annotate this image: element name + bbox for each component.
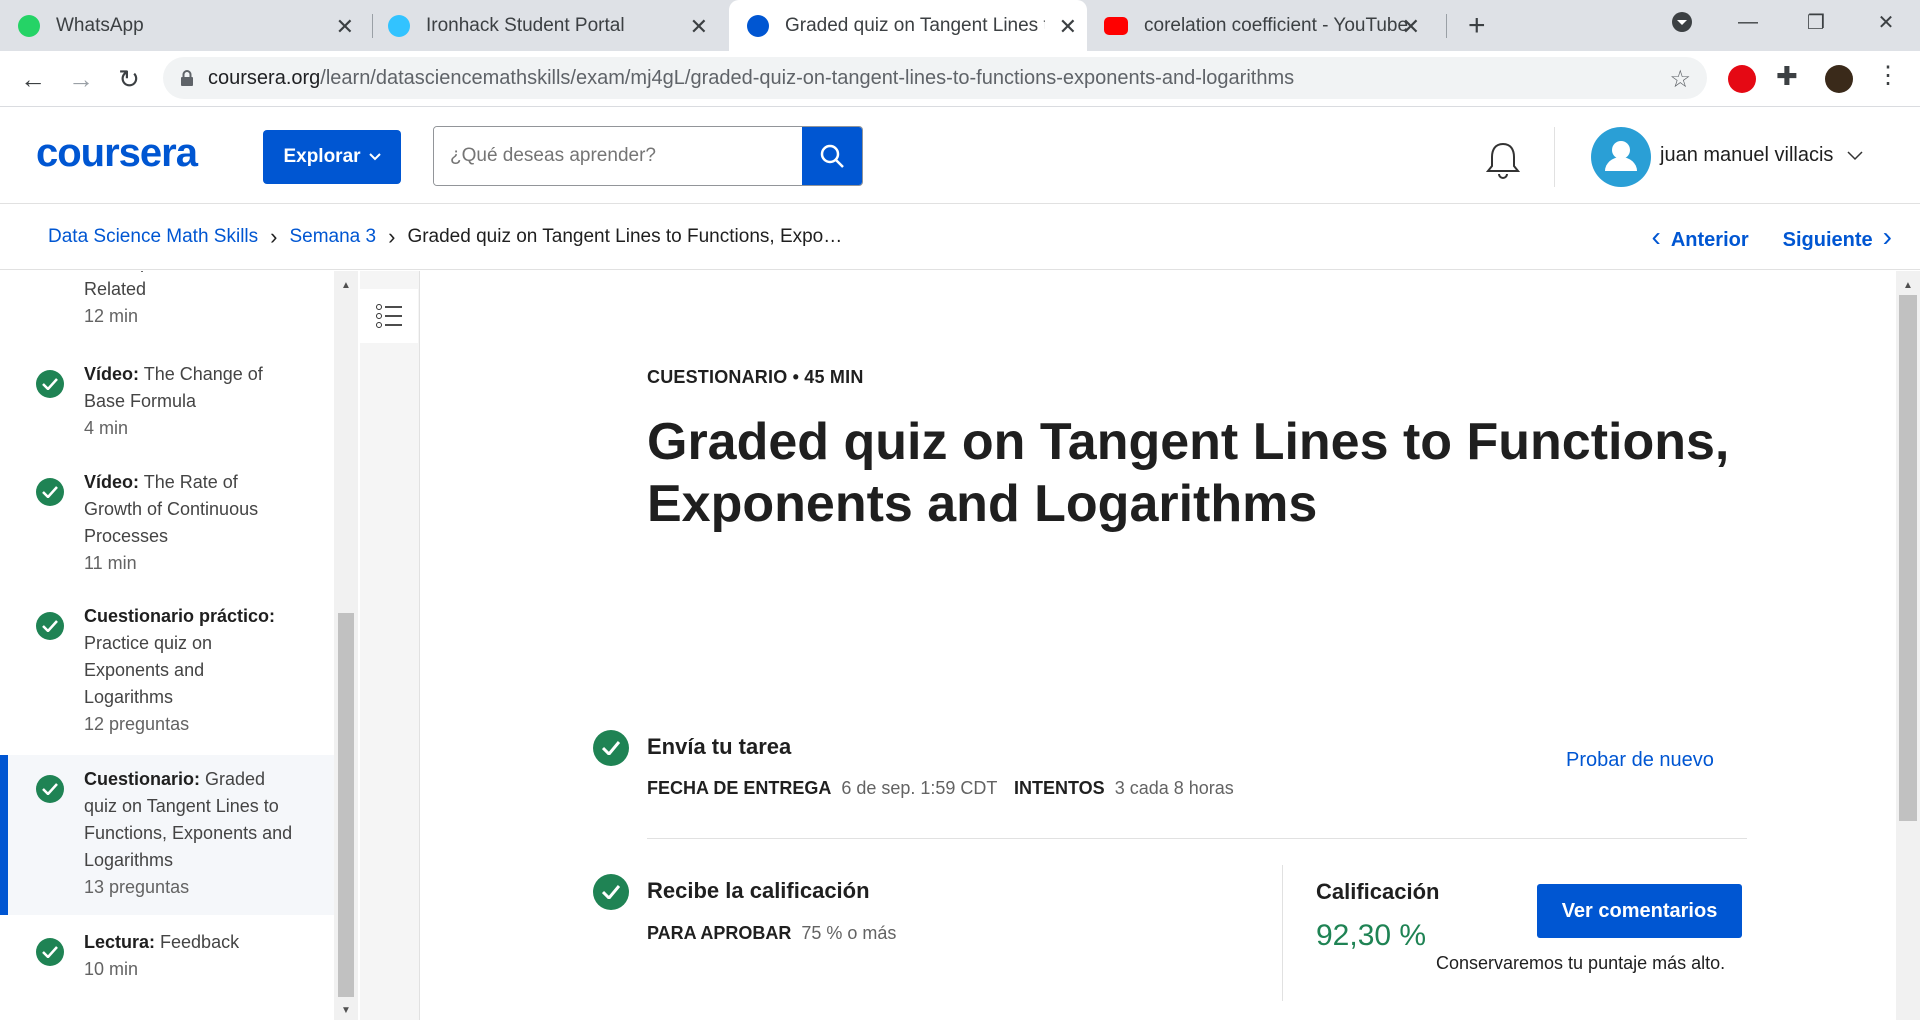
submit-step-title: Envía tu tarea xyxy=(647,734,792,759)
lock-icon xyxy=(180,70,194,86)
breadcrumb: Data Science Math Skills › Semana 3 › Gr… xyxy=(0,204,1920,270)
ironhack-icon xyxy=(388,14,410,37)
chevron-right-icon: › xyxy=(270,223,278,249)
sidebar-scroll-thumb[interactable] xyxy=(338,613,354,997)
chevron-left-icon: ‹ xyxy=(1651,221,1661,252)
browser-tab-bar: WhatsApp ✕ Ironhack Student Portal ✕ Gra… xyxy=(0,0,1920,51)
close-tab-icon[interactable]: ✕ xyxy=(1402,14,1420,40)
breadcrumb-current: Graded quiz on Tangent Lines to Function… xyxy=(407,225,843,247)
view-feedback-button[interactable]: Ver comentarios xyxy=(1537,884,1742,938)
user-menu[interactable]: juan manuel villacis xyxy=(1660,144,1863,167)
sidebar-item-feedback[interactable]: Lectura: Feedback 10 min xyxy=(0,929,334,1009)
highest-score-note: Conservaremos tu puntaje más alto. xyxy=(1436,953,1726,973)
try-again-button[interactable]: Probar de nuevo xyxy=(1566,749,1714,772)
list-icon xyxy=(376,304,402,328)
search-button[interactable] xyxy=(802,127,862,185)
grade-step-title: Recibe la calificación xyxy=(647,878,870,903)
profile-avatar[interactable] xyxy=(1825,65,1853,93)
item-kicker: CUESTIONARIO • 45 MIN xyxy=(647,367,864,387)
toc-strip xyxy=(360,271,420,1020)
url-field[interactable]: coursera.org/learn/datasciencemathskills… xyxy=(163,57,1707,99)
scroll-down-arrow-icon[interactable]: ▼ xyxy=(334,1000,358,1020)
close-tab-icon[interactable]: ✕ xyxy=(336,14,354,40)
main-scroll-thumb[interactable] xyxy=(1899,295,1917,821)
completed-check-icon xyxy=(36,775,64,803)
coursera-logo[interactable]: coursera xyxy=(36,131,198,176)
explore-button[interactable]: Explorar xyxy=(263,130,401,184)
breadcrumb-course[interactable]: Data Science Math Skills xyxy=(48,226,258,248)
search-icon xyxy=(820,144,844,168)
completed-check-icon xyxy=(36,612,64,640)
tab-coursera-quiz[interactable]: Graded quiz on Tangent Lines to ✕ xyxy=(729,0,1087,51)
completed-check-icon xyxy=(36,478,64,506)
chevron-right-icon: › xyxy=(1882,221,1892,252)
course-outline-sidebar: and Exponents are Related12 min Vídeo: T… xyxy=(0,271,334,1020)
breadcrumb-week[interactable]: Semana 3 xyxy=(289,226,376,248)
new-tab-button[interactable]: + xyxy=(1468,0,1486,51)
grade-value: 92,30 % xyxy=(1316,919,1427,952)
youtube-icon xyxy=(1104,16,1128,35)
scroll-up-arrow-icon[interactable]: ▲ xyxy=(334,275,358,295)
site-header: coursera Explorar juan manuel villacis xyxy=(0,107,1920,204)
chevron-down-icon xyxy=(1847,151,1863,161)
back-icon[interactable]: ← xyxy=(17,63,49,95)
notifications-bell-icon[interactable] xyxy=(1485,140,1521,185)
reload-icon[interactable]: ↻ xyxy=(113,63,145,95)
quiz-main-content: CUESTIONARIO • 45 MIN Graded quiz on Tan… xyxy=(420,271,1896,1020)
page-title: Graded quiz on Tangent Lines to Function… xyxy=(647,413,1730,533)
sidebar-item-graded-quiz[interactable]: Cuestionario: Graded quiz on Tangent Lin… xyxy=(0,755,334,915)
completed-check-icon xyxy=(36,370,64,398)
sidebar-item-rate-of-growth[interactable]: Vídeo: The Rate of Growth of Continuous … xyxy=(0,469,334,589)
chevron-down-icon xyxy=(368,153,381,161)
sidebar-item-change-of-base[interactable]: Vídeo: The Change of Base Formula 4 min xyxy=(0,361,334,461)
grade-label: Calificación xyxy=(1316,879,1440,904)
close-window-icon[interactable]: ✕ xyxy=(1856,0,1916,44)
minimize-icon[interactable]: — xyxy=(1718,0,1778,44)
tab-ironhack[interactable]: Ironhack Student Portal ✕ xyxy=(388,0,718,51)
close-tab-icon[interactable]: ✕ xyxy=(690,14,708,40)
whatsapp-icon xyxy=(18,14,40,37)
pass-requirement: PARA APROBAR 75 % o más xyxy=(647,923,897,943)
completed-check-icon xyxy=(36,938,64,966)
main-scrollbar[interactable]: ▲ xyxy=(1896,271,1920,1020)
restore-icon[interactable]: ❐ xyxy=(1786,0,1846,44)
tab-youtube[interactable]: corelation coefficient - YouTube ✕ xyxy=(1104,0,1430,51)
user-avatar[interactable] xyxy=(1591,127,1651,187)
extensions-puzzle-icon[interactable]: ✚ xyxy=(1776,61,1804,91)
sidebar-item-practice-quiz[interactable]: Cuestionario práctico: Practice quiz on … xyxy=(0,603,334,753)
toc-toggle-button[interactable] xyxy=(360,289,418,343)
close-tab-icon[interactable]: ✕ xyxy=(1059,14,1077,40)
sidebar-item[interactable]: and Exponents are Related12 min xyxy=(0,271,334,339)
previous-button[interactable]: ‹ Anterior xyxy=(1652,221,1749,253)
search-input[interactable] xyxy=(434,127,802,185)
adblock-extension-icon[interactable] xyxy=(1728,65,1756,93)
address-bar: ← → ↻ coursera.org/learn/datasciencemath… xyxy=(0,51,1920,107)
chevron-right-icon: › xyxy=(388,223,396,249)
next-button[interactable]: Siguiente › xyxy=(1783,221,1892,253)
tab-search-icon[interactable] xyxy=(1652,0,1712,44)
completed-check-icon xyxy=(593,730,629,766)
bookmark-star-icon[interactable]: ☆ xyxy=(1669,65,1691,94)
tab-whatsapp[interactable]: WhatsApp ✕ xyxy=(18,0,364,51)
attempts-info: INTENTOS 3 cada 8 horas xyxy=(1014,778,1234,798)
scroll-up-arrow-icon[interactable]: ▲ xyxy=(1896,275,1920,295)
due-date-info: FECHA DE ENTREGA 6 de sep. 1:59 CDT xyxy=(647,778,998,798)
forward-icon[interactable]: → xyxy=(65,63,97,95)
chrome-menu-icon[interactable]: ⋮ xyxy=(1874,61,1902,89)
sidebar-scrollbar[interactable]: ▲ ▼ xyxy=(334,271,358,1020)
completed-check-icon xyxy=(593,874,629,910)
search-box xyxy=(433,126,863,186)
coursera-icon xyxy=(747,14,769,37)
